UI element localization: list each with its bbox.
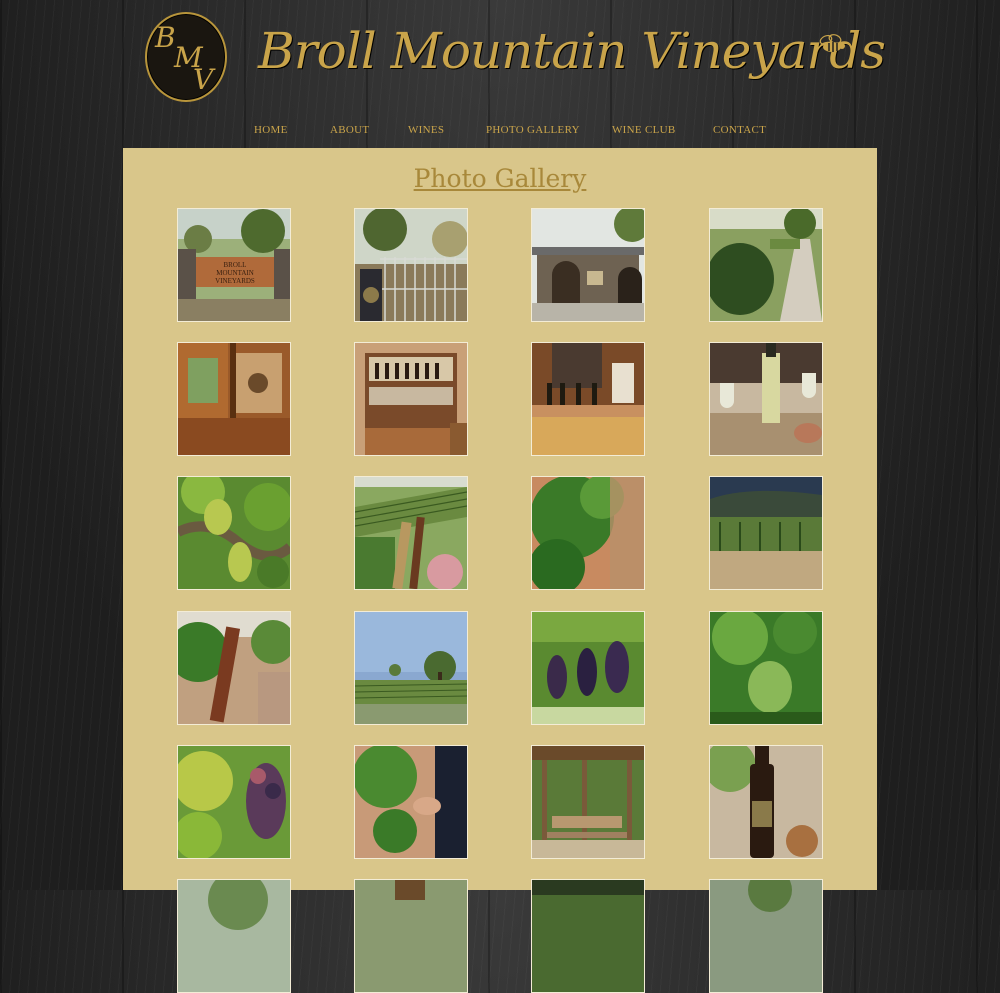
nav-home[interactable]: HOME xyxy=(254,124,288,136)
nav-contact[interactable]: CONTACT xyxy=(713,124,766,136)
sign-word-1: BROLL xyxy=(224,261,247,269)
gallery-thumbnail[interactable] xyxy=(709,476,823,590)
gallery-thumbnail[interactable] xyxy=(354,611,468,725)
gallery-thumbnail[interactable] xyxy=(531,745,645,859)
entrance-sign-photo: BROLL MOUNTAIN VINEYARDS xyxy=(178,209,290,321)
site-header: B M V Broll Mountain Vineyards HOME ABOU… xyxy=(0,0,1000,148)
green-grapes-photo xyxy=(178,477,290,589)
hands-on-vine-photo xyxy=(355,746,467,858)
gallery-thumbnail[interactable] xyxy=(709,342,823,456)
ripening-grapes-photo xyxy=(178,746,290,858)
gallery-thumbnail[interactable] xyxy=(177,611,291,725)
vineyard-photo xyxy=(355,880,467,992)
gallery-thumbnail[interactable] xyxy=(177,476,291,590)
gallery-thumbnail[interactable] xyxy=(354,208,468,322)
bmv-logo[interactable]: B M V xyxy=(145,12,227,102)
grape-cluster-leaves-photo xyxy=(710,612,822,724)
nav-photo-gallery[interactable]: PHOTO GALLERY xyxy=(486,124,580,136)
sign-word-3: VINEYARDS xyxy=(215,277,255,285)
wine-bottle-photo xyxy=(710,746,822,858)
gallery-thumbnail[interactable] xyxy=(531,342,645,456)
vineyard-photo xyxy=(710,880,822,992)
gallery-thumbnail[interactable] xyxy=(531,208,645,322)
gallery-thumbnail[interactable] xyxy=(177,879,291,993)
winery-building-photo xyxy=(532,209,644,321)
gallery-thumbnail[interactable] xyxy=(709,879,823,993)
vineyard-rows-marker-photo xyxy=(355,477,467,589)
nav-wine-club[interactable]: WINE CLUB xyxy=(612,124,676,136)
gallery-thumbnail[interactable] xyxy=(354,745,468,859)
site-wordmark[interactable]: Broll Mountain Vineyards xyxy=(258,22,886,80)
logo-letter-v: V xyxy=(193,63,214,96)
sign-word-2: MOUNTAIN xyxy=(216,269,254,277)
vine-row-marker-photo xyxy=(178,612,290,724)
vineyard-photo xyxy=(532,880,644,992)
logo-letter-b: B xyxy=(155,21,176,54)
tasting-room-door-photo xyxy=(178,343,290,455)
vineyard-path-photo xyxy=(710,209,822,321)
gallery-thumbnail[interactable]: BROLL MOUNTAIN VINEYARDS xyxy=(177,208,291,322)
nav-about[interactable]: ABOUT xyxy=(330,124,369,136)
gallery-thumbnail[interactable] xyxy=(354,342,468,456)
picnic-pergola-photo xyxy=(532,746,644,858)
gallery-content: Photo Gallery BROLL MOUNTAIN VINEYARDS xyxy=(123,148,877,993)
wine-shelf-photo xyxy=(355,343,467,455)
gallery-thumbnail[interactable] xyxy=(709,208,823,322)
landscape-tree-photo xyxy=(355,612,467,724)
gallery-thumbnail[interactable] xyxy=(531,611,645,725)
gallery-thumbnail[interactable] xyxy=(354,879,468,993)
vine-leaves-photo xyxy=(532,477,644,589)
purple-grapes-photo xyxy=(532,612,644,724)
gallery-thumbnail[interactable] xyxy=(531,879,645,993)
tasting-bar-photo xyxy=(532,343,644,455)
gate-photo xyxy=(355,209,467,321)
page-title: Photo Gallery xyxy=(413,164,587,193)
wine-tasting-table-photo xyxy=(710,343,822,455)
gallery-thumbnail[interactable] xyxy=(354,476,468,590)
gallery-thumbnail[interactable] xyxy=(177,745,291,859)
nav-wines[interactable]: WINES xyxy=(408,124,444,136)
vineyard-photo xyxy=(178,880,290,992)
hillside-vineyard-photo xyxy=(710,477,822,589)
gallery-thumbnail[interactable] xyxy=(709,611,823,725)
gallery-thumbnail[interactable] xyxy=(177,342,291,456)
gallery-thumbnail[interactable] xyxy=(709,745,823,859)
bee-icon xyxy=(819,34,845,52)
main-nav: HOME ABOUT WINES PHOTO GALLERY WINE CLUB… xyxy=(0,124,1000,140)
gallery-thumbnail[interactable] xyxy=(531,476,645,590)
